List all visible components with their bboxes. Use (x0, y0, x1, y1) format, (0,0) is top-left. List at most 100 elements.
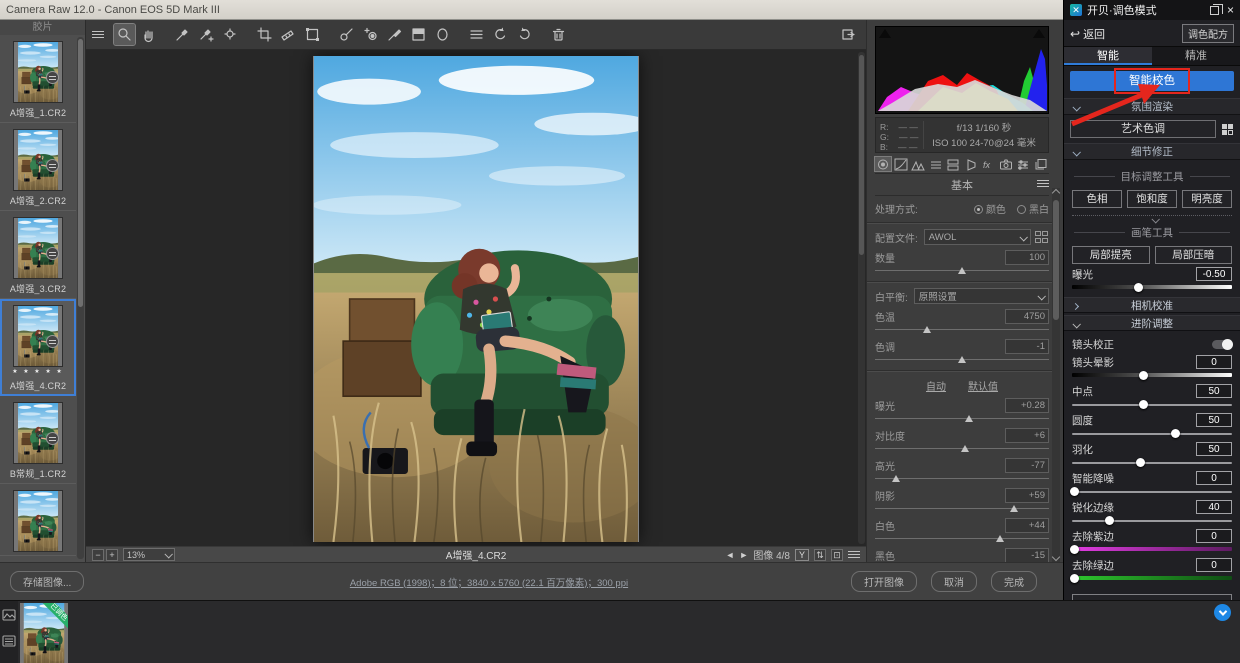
filmstrip-item[interactable]: A增强_3.CR2 (0, 211, 76, 299)
zoom-out-button[interactable]: − (92, 548, 104, 561)
before-after-toggle[interactable]: Y (795, 548, 809, 561)
canvas-scrollbar[interactable] (858, 52, 865, 544)
saturation-button[interactable]: 饱和度 (1127, 190, 1177, 208)
targeted-adjustment-tool[interactable] (220, 24, 241, 45)
amount-slider[interactable] (875, 266, 1049, 275)
expand-fab-button[interactable] (1214, 604, 1231, 621)
section-ambience[interactable]: 氛围渲染 (1064, 98, 1240, 115)
exposure-slider[interactable] (875, 414, 1049, 423)
midpoint-value[interactable]: 50 (1196, 384, 1232, 398)
graduated-filter-tool[interactable] (408, 24, 429, 45)
temp-slider[interactable] (875, 325, 1049, 334)
adjustment-brush-tool[interactable] (384, 24, 405, 45)
tab-detail-icon[interactable] (910, 157, 926, 171)
tab-smart[interactable]: 智能 (1064, 47, 1152, 65)
cancel-button[interactable]: 取消 (931, 571, 977, 592)
spot-removal-tool[interactable] (336, 24, 357, 45)
thumbnail[interactable] (13, 490, 63, 552)
contrast-value[interactable]: +6 (1005, 428, 1049, 443)
amount-value[interactable]: 100 (1005, 250, 1049, 265)
defringe-purple-slider[interactable] (1070, 544, 1232, 555)
tab-split-toning-icon[interactable] (945, 157, 961, 171)
white-balance-tool[interactable] (172, 24, 193, 45)
photo-view-icon[interactable] (2, 609, 16, 621)
shadows-value[interactable]: +59 (1005, 488, 1049, 503)
whites-slider[interactable] (875, 534, 1049, 543)
hue-button[interactable]: 色相 (1072, 190, 1122, 208)
back-button[interactable]: ↩ 返回 (1070, 26, 1105, 42)
feather-value[interactable]: 50 (1196, 442, 1232, 456)
list-view-icon[interactable] (2, 635, 16, 647)
sharpen-edges-slider[interactable] (1072, 515, 1232, 526)
vignette-slider[interactable] (1072, 370, 1232, 381)
defringe-purple-value[interactable]: 0 (1196, 529, 1232, 543)
profile-browser-icon[interactable] (1035, 231, 1049, 243)
radio-color[interactable] (973, 205, 983, 214)
filmstrip-item-partial[interactable] (0, 484, 76, 556)
radial-filter-tool[interactable] (432, 24, 453, 45)
filmstrip-scrollbar[interactable] (77, 37, 84, 559)
blacks-value[interactable]: -15 (1005, 548, 1049, 562)
tint-value[interactable]: -1 (1005, 339, 1049, 354)
tab-effects-icon[interactable]: fx (980, 157, 996, 171)
color-sampler-tool[interactable] (196, 24, 217, 45)
shadows-slider[interactable] (875, 504, 1049, 513)
defringe-green-value[interactable]: 0 (1196, 558, 1232, 572)
tab-precise[interactable]: 精准 (1152, 47, 1240, 65)
tab-basic-icon[interactable] (874, 156, 892, 172)
exposure-value[interactable]: +0.28 (1005, 398, 1049, 413)
thumbnail[interactable] (13, 402, 63, 464)
art-tone-grid-icon[interactable] (1220, 123, 1234, 136)
done-button[interactable]: 完成 (991, 571, 1037, 592)
auto-link[interactable]: 自动 (926, 378, 946, 393)
vignette-value[interactable]: 0 (1196, 355, 1232, 369)
transform-tool[interactable] (302, 24, 323, 45)
highlights-value[interactable]: -77 (1005, 458, 1049, 473)
white-balance-select[interactable]: 原照设置 (913, 288, 1049, 304)
zoom-in-button[interactable]: + (106, 548, 118, 561)
hand-tool[interactable] (138, 24, 159, 45)
tab-tone-curve-icon[interactable] (893, 157, 909, 171)
rotate-right-tool[interactable] (514, 24, 535, 45)
filmstrip-item-selected[interactable]: ★ ★ ★ ★ ★ A增强_4.CR2 (0, 299, 76, 396)
close-window-icon[interactable]: × (1227, 4, 1234, 16)
thumbnail[interactable] (13, 217, 63, 279)
preview-preferences-icon[interactable] (848, 549, 860, 560)
feather-slider[interactable] (1072, 457, 1232, 468)
red-eye-tool[interactable] (360, 24, 381, 45)
filmstrip-item[interactable]: B常规_1.CR2 (0, 396, 76, 484)
whites-value[interactable]: +44 (1005, 518, 1049, 533)
swap-settings-icon[interactable]: ⇅ (814, 548, 826, 561)
sharpen-edges-value[interactable]: 40 (1196, 500, 1232, 514)
tab-lens-corrections-icon[interactable] (963, 157, 979, 171)
lens-correction-toggle[interactable] (1212, 339, 1233, 350)
thumbnail[interactable] (13, 129, 63, 191)
star-rating[interactable]: ★ ★ ★ ★ ★ (2, 369, 74, 376)
local-darken-button[interactable]: 局部压暗 (1154, 246, 1232, 264)
local-brighten-button[interactable]: 局部提亮 (1072, 246, 1150, 264)
luminance-button[interactable]: 明亮度 (1182, 190, 1232, 208)
panel-menu-icon[interactable] (1037, 178, 1049, 189)
highlight-clipping-icon[interactable] (1033, 29, 1045, 38)
radio-bw[interactable] (1017, 205, 1026, 214)
section-detail-fix[interactable]: 细节修正 (1064, 143, 1240, 160)
defringe-green-slider[interactable] (1070, 573, 1232, 584)
open-image-button[interactable]: 打开图像 (851, 571, 917, 592)
toggle-fullscreen-icon[interactable] (837, 24, 858, 45)
target-tools-collapse[interactable] (1072, 215, 1232, 224)
midpoint-slider[interactable] (1072, 399, 1232, 410)
copy-settings-icon[interactable]: ⊡ (831, 548, 843, 561)
tab-hsl-icon[interactable] (928, 157, 944, 171)
panel-scrollbar[interactable] (1051, 188, 1061, 562)
thumbnail[interactable] (13, 41, 63, 103)
roundness-value[interactable]: 50 (1196, 413, 1232, 427)
straighten-tool[interactable] (278, 24, 299, 45)
smart-color-button[interactable]: 智能校色 (1070, 68, 1234, 94)
zoom-tool[interactable] (113, 23, 136, 46)
art-tone-button[interactable]: 艺术色调 (1070, 120, 1216, 138)
tint-slider[interactable] (875, 355, 1049, 364)
preview-canvas[interactable] (86, 50, 866, 546)
save-image-button[interactable]: 存储图像... (10, 571, 85, 592)
filmstrip-item[interactable]: A增强_2.CR2 (0, 123, 76, 211)
highlights-slider[interactable] (875, 474, 1049, 483)
